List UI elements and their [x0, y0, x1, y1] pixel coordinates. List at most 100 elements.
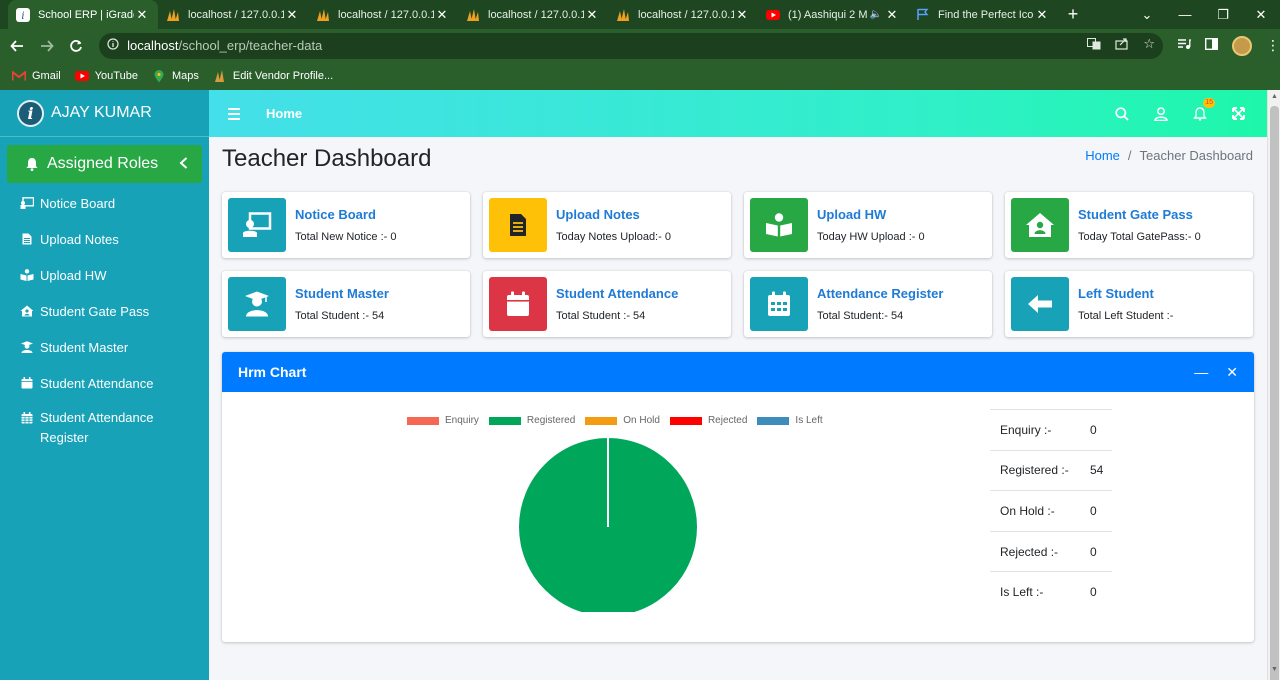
tab-title: (1) Aashiqui 2 M [788, 8, 868, 21]
translate-icon[interactable] [1087, 38, 1101, 53]
card-upload-notes[interactable]: Upload Notes Today Notes Upload:- 0 [483, 192, 731, 258]
speaker-icon[interactable]: 🔈 [868, 9, 884, 20]
card-left-student[interactable]: Left Student Total Left Student :- [1005, 271, 1253, 337]
svg-text:i: i [21, 11, 24, 22]
bookmark-maps[interactable]: Maps [152, 69, 199, 82]
share-icon[interactable] [1115, 38, 1129, 53]
sidebar-item-student-attendance[interactable]: Student Attendance [0, 365, 209, 401]
legend-swatch [407, 416, 439, 425]
maximize-icon[interactable]: ❐ [1204, 7, 1242, 23]
legend-swatch [757, 416, 790, 425]
legend-label: Is Left [795, 415, 823, 426]
chevron-down-icon[interactable]: ⌄ [1128, 7, 1166, 23]
card-student-master[interactable]: Student Master Total Student :- 54 [222, 271, 470, 337]
reload-icon[interactable] [63, 33, 89, 59]
bookmark-edit-vendor[interactable]: Edit Vendor Profile... [213, 69, 333, 82]
hamburger-menu-icon[interactable] [228, 107, 240, 120]
close-tab-icon[interactable]: ✕ [734, 7, 750, 23]
chart-card-title: Hrm Chart [238, 364, 307, 380]
assigned-roles-menu[interactable]: Assigned Roles [7, 145, 202, 183]
card-attendance-register[interactable]: Attendance Register Total Student:- 54 [744, 271, 992, 337]
back-icon[interactable] [4, 33, 30, 59]
browser-tab-1[interactable]: localhost / 127.0.0.1 / ✕ [158, 0, 308, 29]
calendar-icon [20, 377, 34, 389]
sidebar-item-upload-hw[interactable]: Upload HW [0, 257, 209, 293]
fullscreen-icon[interactable] [1230, 105, 1247, 122]
stat-value: 0 [1090, 422, 1097, 437]
forward-icon[interactable] [34, 33, 60, 59]
scroll-up-arrow-icon[interactable]: ▲ [1271, 93, 1278, 100]
close-icon[interactable]: ✕ [1226, 364, 1238, 381]
browser-tab-5[interactable]: (1) Aashiqui 2 M 🔈 ✕ [758, 0, 908, 29]
collapse-icon[interactable]: — [1194, 364, 1208, 381]
legend-item-on-hold[interactable]: On Hold [585, 415, 660, 426]
brand[interactable]: i AJAY KUMAR [0, 90, 209, 137]
nav-home-link[interactable]: Home [266, 106, 302, 121]
stat-label: Rejected :- [1000, 544, 1059, 559]
address-bar[interactable]: localhost/school_erp/teacher-data ☆ [99, 32, 1163, 59]
legend-item-enquiry[interactable]: Enquiry [407, 415, 479, 426]
chalkboard-teacher-icon [20, 197, 34, 209]
card-icon-box [228, 198, 286, 252]
card-title: Student Gate Pass [1078, 207, 1193, 222]
close-tab-icon[interactable]: ✕ [584, 7, 600, 23]
star-icon[interactable]: ☆ [1143, 37, 1155, 53]
side-panel-icon[interactable] [1204, 37, 1218, 53]
notifications-bell-icon[interactable]: 15 [1191, 98, 1215, 122]
hrm-stats-table: Enquiry :- 0 Registered :- 54 On Hold :-… [990, 409, 1112, 612]
stat-row-registered: Registered :- 54 [990, 449, 1112, 491]
tab-title: localhost / 127.0.0.1 / [188, 8, 284, 21]
sidebar-item-notice-board[interactable]: Notice Board [0, 185, 209, 221]
close-tab-icon[interactable]: ✕ [434, 7, 450, 23]
card-subtitle: Today Notes Upload:- 0 [556, 231, 671, 243]
new-tab-button[interactable]: + [1058, 0, 1088, 29]
browser-tab-6[interactable]: Find the Perfect Icon ✕ [908, 0, 1058, 29]
card-student-attendance[interactable]: Student Attendance Total Student :- 54 [483, 271, 731, 337]
menu-dots-icon[interactable]: ⋮ [1266, 37, 1280, 54]
house-user-icon [1026, 213, 1054, 237]
browser-tab-3[interactable]: localhost / 127.0.0.1 / ✕ [458, 0, 608, 29]
calendar-alt-icon [768, 291, 790, 316]
sidebar-item-label: Notice Board [40, 196, 116, 211]
close-tab-icon[interactable]: ✕ [284, 7, 300, 23]
close-window-icon[interactable]: ✕ [1242, 7, 1280, 23]
legend-item-rejected[interactable]: Rejected [669, 415, 747, 426]
tab-title: Find the Perfect Icon [938, 8, 1034, 21]
close-tab-icon[interactable]: ✕ [134, 7, 150, 23]
sidebar-item-label: Student Attendance [40, 376, 154, 391]
minimize-icon[interactable]: — [1166, 7, 1204, 22]
search-icon[interactable] [1113, 105, 1130, 122]
sidebar-item-upload-notes[interactable]: Upload Notes [0, 221, 209, 257]
bookmark-gmail[interactable]: Gmail [12, 70, 61, 82]
gmail-icon [12, 70, 26, 82]
stat-value: 0 [1090, 585, 1097, 600]
card-notice-board[interactable]: Notice Board Total New Notice :- 0 [222, 192, 470, 258]
sidebar-item-label: Student Gate Pass [40, 304, 150, 319]
media-control-icon[interactable] [1177, 38, 1191, 53]
stat-row-on-hold: On Hold :- 0 [990, 490, 1112, 531]
card-upload-hw[interactable]: Upload HW Today HW Upload :- 0 [744, 192, 992, 258]
breadcrumb-current: Teacher Dashboard [1139, 148, 1253, 163]
breadcrumb-home-link[interactable]: Home [1085, 148, 1120, 163]
card-student-gate-pass[interactable]: Student Gate Pass Today Total GatePass:-… [1005, 192, 1253, 258]
close-tab-icon[interactable]: ✕ [884, 7, 900, 23]
profile-avatar[interactable] [1231, 35, 1252, 56]
browser-tab-0[interactable]: i School ERP | iGradeP ✕ [8, 0, 158, 29]
browser-tab-4[interactable]: localhost / 127.0.0.1 / ✕ [608, 0, 758, 29]
chart-card-header: Hrm Chart — ✕ [222, 352, 1254, 392]
top-navbar: Home 15 [209, 90, 1267, 137]
legend-item-registered[interactable]: Registered [488, 415, 575, 426]
site-info-icon[interactable] [107, 38, 119, 53]
scrollbar-thumb[interactable] [1270, 106, 1279, 680]
bookmark-youtube[interactable]: YouTube [74, 70, 138, 82]
sidebar-item-student-master[interactable]: Student Master [0, 329, 209, 365]
close-tab-icon[interactable]: ✕ [1034, 7, 1050, 23]
legend-item-is-left[interactable]: Is Left [757, 415, 823, 426]
bookmark-label: Gmail [32, 70, 61, 82]
page-scrollbar[interactable]: ▲ ▼ [1267, 90, 1280, 680]
sidebar-item-student-gate-pass[interactable]: Student Gate Pass [0, 293, 209, 329]
user-icon[interactable] [1152, 105, 1169, 122]
sidebar-item-student-attendance-register[interactable]: Student Attendance Register [0, 401, 209, 457]
scroll-down-arrow-icon[interactable]: ▼ [1271, 666, 1278, 673]
browser-tab-2[interactable]: localhost / 127.0.0.1 / ✕ [308, 0, 458, 29]
